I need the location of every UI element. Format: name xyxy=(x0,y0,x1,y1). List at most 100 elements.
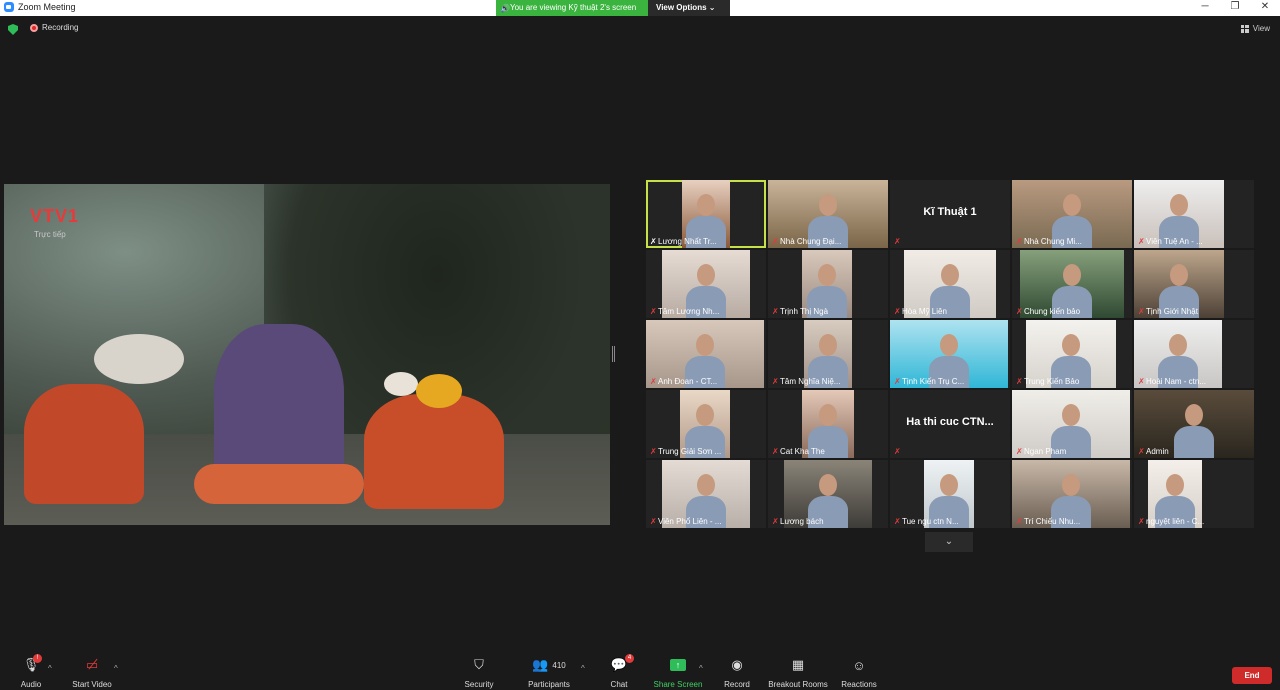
participant-name-text: Cat Kha The xyxy=(780,447,825,456)
viewing-text: You are viewing Kỹ thuật 2's screen xyxy=(510,3,637,12)
participant-tile[interactable]: ✗ Tâm Nghĩa Niệ... xyxy=(768,320,888,388)
chevron-down-icon[interactable]: ⌄ xyxy=(925,532,973,552)
reactions-button[interactable]: ☺ Reactions xyxy=(840,656,878,690)
participant-name: ✗ Viên Phổ Liên - ... xyxy=(650,517,721,526)
participant-tile[interactable]: ✗ nguyệt liên - C... xyxy=(1134,460,1254,528)
participant-name: ✗ Tịnh Giới Nhật xyxy=(1138,307,1198,316)
participant-tile[interactable]: ✗ Lương bách xyxy=(768,460,888,528)
title-bar: Zoom Meeting 🔊 You are viewing Kỹ thuật … xyxy=(0,0,1280,16)
participant-face xyxy=(819,334,837,356)
minimize-icon[interactable]: ─ xyxy=(1190,0,1220,16)
breakout-rooms-button[interactable]: ▦ Breakout Rooms xyxy=(766,656,830,689)
participant-name-text: Viên Phổ Liên - ... xyxy=(658,517,722,526)
participant-tile[interactable]: ✗ Hoài Nam - ctn... xyxy=(1134,320,1254,388)
participant-face xyxy=(819,194,837,216)
participant-name-text: Ngan Pham xyxy=(1024,447,1067,456)
participant-name: ✗ Trịnh Thị Ngà xyxy=(772,307,828,316)
record-icon: ◉ xyxy=(731,657,743,672)
video-options-caret[interactable]: ^ xyxy=(114,664,118,673)
view-button[interactable]: View xyxy=(1240,24,1270,33)
participant-name: ✗ Hòa Mỹ Liên xyxy=(894,307,947,316)
muted-microphone-icon: ✗ xyxy=(1016,517,1023,526)
chat-button[interactable]: 💬 4 Chat xyxy=(604,654,634,689)
participant-name: ✗ Lương bách xyxy=(772,517,824,526)
encryption-shield-icon[interactable] xyxy=(8,24,18,35)
reactions-label: Reactions xyxy=(841,680,877,689)
participant-tile[interactable]: ✗ Chung kiến bảo xyxy=(1012,250,1132,318)
participant-tile[interactable]: ✗ Ngan Pham xyxy=(1012,390,1132,458)
participant-tile[interactable]: ✗ Admin xyxy=(1134,390,1254,458)
participant-tile[interactable]: ✗ Viên Phổ Liên - ... xyxy=(646,460,766,528)
participant-tile[interactable]: ✗ Tue ngu ctn N... xyxy=(890,460,1010,528)
meeting-toolbar: 🎙! Audio ^ ▭̸ Start Video ^ ⛉ Security 👥… xyxy=(0,652,1280,690)
participant-name-text: Trung Giải Sơn ... xyxy=(658,447,722,456)
muted-microphone-icon: ✗ xyxy=(772,307,779,316)
muted-microphone-icon: ✗ xyxy=(650,517,657,526)
share-screen-label: Share Screen xyxy=(653,680,703,689)
participant-name-text: Tue ngu ctn N... xyxy=(902,517,959,526)
participant-face xyxy=(819,474,837,496)
participant-name: ✗ Lương Nhất Tr... xyxy=(650,237,717,246)
participant-face xyxy=(1062,474,1080,496)
participant-name: ✗ Ngan Pham xyxy=(1016,447,1066,456)
close-icon[interactable]: ✕ xyxy=(1250,0,1280,16)
start-video-button[interactable]: ▭̸ Start Video xyxy=(70,656,114,689)
participant-gallery: ✗ Lương Nhất Tr... ✗ Nhà Chung Đại... Kĩ Thu… xyxy=(646,180,1254,530)
security-label: Security xyxy=(464,680,494,689)
end-meeting-button[interactable]: End xyxy=(1232,667,1272,684)
record-button[interactable]: ◉ Record xyxy=(720,656,754,689)
muted-microphone-icon: ✗ xyxy=(1138,237,1145,246)
participant-name-text: Tâm Lương Nh... xyxy=(658,307,720,316)
chat-label: Chat xyxy=(610,680,628,689)
participant-tile[interactable]: ✗ Hòa Mỹ Liên xyxy=(890,250,1010,318)
share-screen-button[interactable]: ↑ Share Screen xyxy=(652,656,704,689)
shield-icon: ⛉ xyxy=(474,657,484,672)
participant-tile[interactable]: ✗ Trung Giải Sơn ... xyxy=(646,390,766,458)
participant-tile[interactable]: ✗ Trịnh Thị Ngà xyxy=(768,250,888,318)
participant-face xyxy=(819,404,837,426)
participant-face xyxy=(1063,264,1081,286)
video-figure xyxy=(94,334,184,384)
participant-tile[interactable]: ✗ Anh Đoan - CT... xyxy=(646,320,766,388)
participant-tile[interactable]: ✗ Cat Kha The xyxy=(768,390,888,458)
muted-microphone-icon: ✗ xyxy=(772,377,779,386)
participant-tile[interactable]: ✗ Viên Tuệ An - ... xyxy=(1134,180,1254,248)
participant-name: ✗ Trung Giải Sơn ... xyxy=(650,447,721,456)
participant-name: ✗ nguyệt liên - C... xyxy=(1138,517,1204,526)
participants-button[interactable]: 👥 410 Participants xyxy=(524,656,574,689)
audio-button[interactable]: 🎙! Audio xyxy=(14,654,48,689)
restore-icon[interactable]: ❐ xyxy=(1220,0,1250,16)
audio-options-caret[interactable]: ^ xyxy=(48,664,52,673)
participant-tile[interactable]: ✗ Tịnh Giới Nhật xyxy=(1134,250,1254,318)
participant-tile[interactable]: ✗ Lương Nhất Tr... xyxy=(646,180,766,248)
muted-microphone-icon: ✗ xyxy=(650,447,657,456)
muted-microphone-icon: ✗ xyxy=(772,237,779,246)
participant-name-text: Viên Tuệ An - ... xyxy=(1146,237,1203,246)
participant-name-text: Nhà Chung Đại... xyxy=(780,237,842,246)
chevron-down-icon: ⌄ xyxy=(708,3,716,12)
participant-tile[interactable]: ✗ Trí Chiếu Nhu... xyxy=(1012,460,1132,528)
view-options-button[interactable]: View Options ⌄ xyxy=(648,0,730,16)
participant-name-text: Tịnh Kiến Trụ C... xyxy=(902,377,965,386)
participant-tile[interactable]: Kĩ Thuật 1 ✗ xyxy=(890,180,1010,248)
speaker-icon: 🔊 xyxy=(500,4,510,13)
split-handle[interactable] xyxy=(612,346,615,362)
window-controls: ─ ❐ ✕ xyxy=(1190,0,1280,16)
participant-name-text: nguyệt liên - C... xyxy=(1146,517,1205,526)
participants-options-caret[interactable]: ^ xyxy=(581,664,585,673)
participant-name: ✗ Tue ngu ctn N... xyxy=(894,517,959,526)
participants-icon: 👥 410 xyxy=(532,657,566,672)
participant-name: ✗ Tâm Nghĩa Niệ... xyxy=(772,377,840,386)
grid-icon xyxy=(1240,24,1249,33)
participant-tile[interactable]: ✗ Trung Kiến Bảo xyxy=(1012,320,1132,388)
recording-indicator[interactable]: Recording xyxy=(30,23,78,32)
participant-tile[interactable]: ✗ Nhà Chung Mi... xyxy=(1012,180,1132,248)
participant-tile[interactable]: Ha thi cuc CTN... ✗ xyxy=(890,390,1010,458)
muted-microphone-icon: ✗ xyxy=(894,448,901,456)
participant-tile[interactable]: ✗ Tịnh Kiến Trụ C... xyxy=(890,320,1010,388)
share-options-caret[interactable]: ^ xyxy=(699,664,703,673)
security-button[interactable]: ⛉ Security xyxy=(460,656,498,689)
start-video-label: Start Video xyxy=(72,680,112,689)
participant-tile[interactable]: ✗ Tâm Lương Nh... xyxy=(646,250,766,318)
participant-tile[interactable]: ✗ Nhà Chung Đại... xyxy=(768,180,888,248)
